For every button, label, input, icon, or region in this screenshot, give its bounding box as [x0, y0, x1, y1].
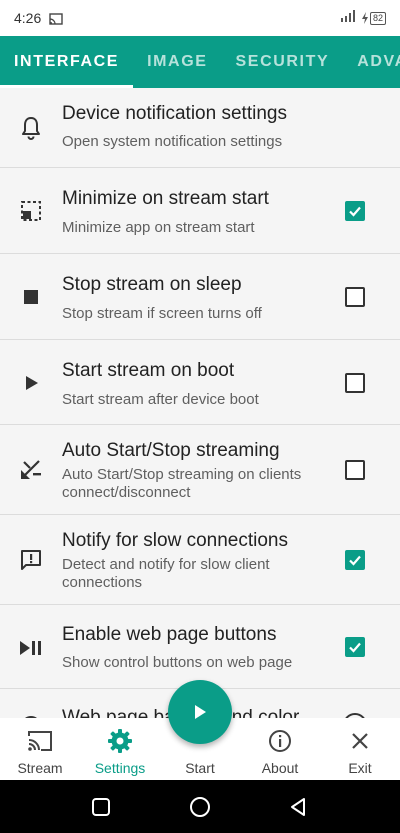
alert-message-icon: [18, 547, 44, 573]
nav-label: About: [261, 760, 299, 776]
setting-title: Minimize on stream start: [62, 188, 269, 209]
minimize-icon: [18, 198, 44, 224]
web-buttons-checkbox[interactable]: [345, 637, 365, 657]
tab-advanced[interactable]: ADVANC: [343, 36, 400, 88]
play-pause-icon: [18, 635, 44, 661]
stop-icon: [18, 284, 44, 310]
auto-start-stop-checkbox[interactable]: [345, 460, 365, 480]
tab-image[interactable]: IMAGE: [133, 36, 221, 88]
setting-title: Stop stream on sleep: [62, 274, 242, 295]
setting-stop-on-sleep[interactable]: Stop stream on sleep Stop stream if scre…: [0, 254, 400, 340]
tab-interface[interactable]: INTERFACE: [0, 36, 134, 88]
recent-apps-button[interactable]: [88, 794, 114, 820]
setting-subtitle: Detect and notify for slow client connec…: [62, 556, 270, 591]
system-navigation-bar: [0, 780, 400, 833]
setting-start-on-boot[interactable]: Start stream on boot Start stream after …: [0, 340, 400, 425]
nav-exit[interactable]: Exit: [320, 718, 400, 780]
home-button[interactable]: [187, 794, 213, 820]
setting-notify-slow[interactable]: Notify for slow connections Detect and n…: [0, 515, 400, 605]
cast-icon: [27, 728, 53, 754]
setting-title: Start stream on boot: [62, 360, 235, 381]
back-button[interactable]: [285, 794, 311, 820]
setting-subtitle: Minimize app on stream start: [62, 219, 255, 236]
setting-subtitle: Start stream after device boot: [62, 391, 259, 408]
minimize-checkbox[interactable]: [345, 201, 365, 221]
nav-label: Stream: [17, 760, 63, 776]
start-stream-fab[interactable]: [168, 680, 232, 744]
start-on-boot-checkbox[interactable]: [345, 373, 365, 393]
status-bar: 4:26 82: [0, 0, 400, 36]
tab-bar: INTERFACE IMAGE SECURITY ADVANC: [0, 36, 400, 88]
stop-on-sleep-checkbox[interactable]: [345, 287, 365, 307]
tab-security[interactable]: SECURITY: [222, 36, 344, 88]
nav-label: Start: [185, 760, 215, 776]
battery-level: 82: [369, 11, 386, 25]
percent-icon: [18, 457, 44, 483]
setting-title: Notify for slow connections: [62, 530, 288, 551]
nav-stream[interactable]: Stream: [0, 718, 80, 780]
setting-title: Enable web page buttons: [62, 624, 277, 645]
nav-label: Settings: [94, 760, 146, 776]
notify-slow-checkbox[interactable]: [345, 550, 365, 570]
battery-indicator: 82: [361, 11, 386, 25]
nav-about[interactable]: About: [240, 718, 320, 780]
settings-list: Device notification settings Open system…: [0, 88, 400, 718]
setting-minimize-on-start[interactable]: Minimize on stream start Minimize app on…: [0, 168, 400, 254]
setting-subtitle: Show control buttons on web page: [62, 654, 293, 671]
status-time: 4:26: [14, 10, 42, 26]
cast-status-icon: [49, 12, 63, 25]
setting-subtitle: Open system notification settings: [62, 133, 283, 150]
info-icon: [268, 728, 292, 754]
setting-auto-start-stop[interactable]: Auto Start/Stop streaming Auto Start/Sto…: [0, 425, 400, 515]
charging-icon: [361, 12, 368, 24]
setting-web-page-buttons[interactable]: Enable web page buttons Show control but…: [0, 605, 400, 689]
play-icon: [195, 705, 206, 719]
close-icon: [350, 728, 370, 754]
setting-device-notifications[interactable]: Device notification settings Open system…: [0, 88, 400, 168]
play-icon: [18, 370, 44, 396]
nav-label: Exit: [348, 760, 372, 776]
bell-icon: [18, 115, 44, 141]
setting-subtitle: Auto Start/Stop streaming on clients con…: [62, 466, 302, 501]
gear-icon: [107, 728, 133, 754]
setting-subtitle: Stop stream if screen turns off: [62, 305, 262, 322]
signal-icon: [340, 9, 356, 27]
setting-title: Device notification settings: [62, 103, 287, 124]
setting-title: Auto Start/Stop streaming: [62, 440, 280, 461]
nav-settings[interactable]: Settings: [80, 718, 160, 780]
